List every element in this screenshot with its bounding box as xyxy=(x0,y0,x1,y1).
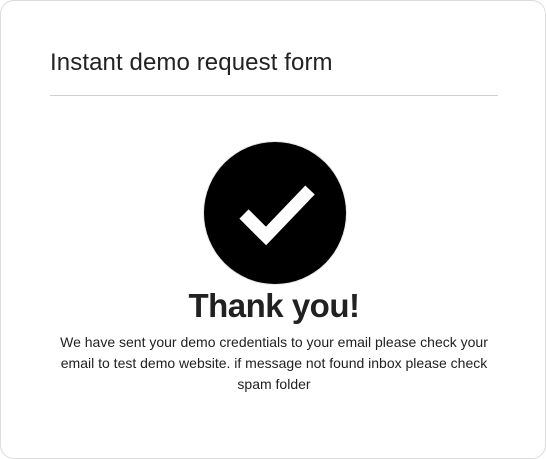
success-checkmark-icon xyxy=(204,142,346,284)
demo-request-card: Instant demo request form Thank you! We … xyxy=(0,0,546,459)
form-title: Instant demo request form xyxy=(50,49,333,76)
confirmation-message: We have sent your demo credentials to yo… xyxy=(60,334,488,392)
checkmark-icon xyxy=(239,185,315,246)
title-divider xyxy=(50,95,498,96)
thank-you-heading: Thank you! xyxy=(188,287,360,324)
